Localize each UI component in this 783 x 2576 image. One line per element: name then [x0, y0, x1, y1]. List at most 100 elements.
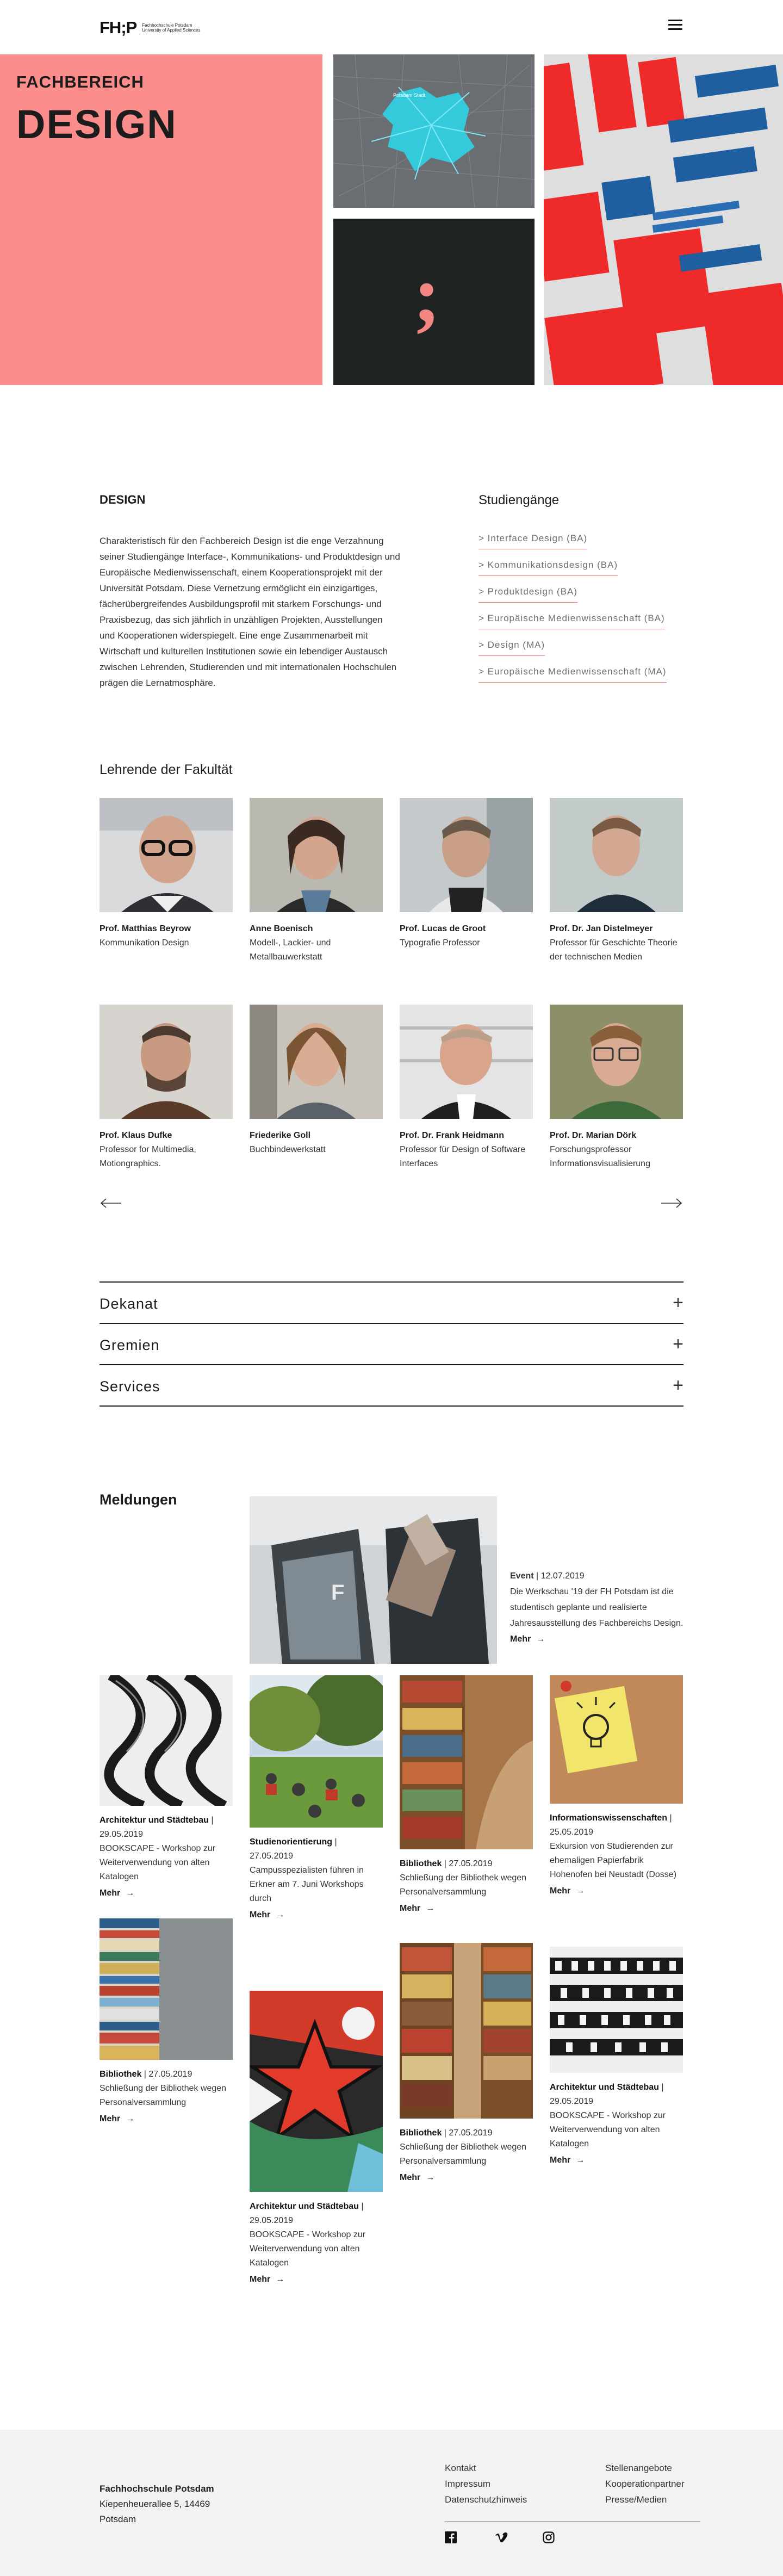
arrow-right-icon: → [276, 1910, 285, 1919]
news-text: Campusspezialisten führen in Erkner am 7… [250, 1866, 364, 1903]
more-link[interactable]: Mehr → [100, 1888, 134, 1898]
accordion-services[interactable]: Services + [100, 1364, 683, 1407]
more-label: Mehr [550, 2156, 571, 2165]
carousel-next-arrow-icon[interactable] [660, 1198, 683, 1209]
footer-street: Kiepenheuerallee 5, 14469 [100, 2499, 210, 2509]
section-heading-lehrende: Lehrende der Fakultät [100, 762, 233, 777]
more-link[interactable]: Mehr → [250, 2275, 284, 2284]
person-card[interactable]: Friederike Goll Buchbindewerkstatt [250, 1005, 383, 1157]
news-category: Architektur und Städtebau [100, 1816, 209, 1825]
news-card[interactable]: Bibliothek | 27.05.2019 Schließung der Bi… [400, 1675, 533, 1914]
person-role: Forschungsprofessor Informationsvisualis… [550, 1145, 650, 1168]
instagram-icon[interactable] [543, 2531, 555, 2543]
person-card[interactable]: Anne Boenisch Modell-, Lackier- und Meta… [250, 798, 383, 964]
footer-link-kontakt[interactable]: Kontakt [445, 2463, 476, 2474]
person-photo [550, 1005, 683, 1119]
news-card[interactable]: Bibliothek | 27.05.2019 Schließung der Bi… [400, 1943, 533, 2183]
facebook-icon[interactable] [445, 2531, 457, 2543]
site-header: FH;P Fachhochschule Potsdam University o… [0, 0, 783, 54]
arrow-right-icon: → [426, 2173, 435, 2182]
person-card[interactable]: Prof. Dr. Marian Dörk Forschungsprofesso… [550, 1005, 683, 1171]
person-role: Modell-, Lackier- und Metallbauwerkstatt [250, 938, 331, 962]
more-label: Mehr [400, 2173, 421, 2182]
news-category: Bibliothek [400, 1859, 442, 1868]
news-category: Bibliothek [100, 2070, 142, 2079]
vimeo-icon[interactable] [495, 2532, 508, 2543]
more-link[interactable]: Mehr → [400, 1904, 434, 1914]
more-link[interactable]: Mehr → [400, 2173, 434, 2183]
footer-link-datenschutz[interactable]: Datenschutzhinweis [445, 2494, 527, 2505]
more-link[interactable]: Mehr → [550, 1886, 585, 1896]
logo-subtitle: Fachhochschule Potsdam University of App… [142, 23, 201, 33]
map-label: Potsdam Stadt [393, 92, 426, 98]
arrow-right-icon: → [576, 1886, 585, 1896]
news-card[interactable]: Informationswissenschaften | 25.05.2019 E… [550, 1675, 683, 1896]
arrow-right-icon: → [576, 2156, 585, 2165]
footer-link-kooperationpartner[interactable]: Kooperationpartner [605, 2479, 685, 2490]
studiengang-link[interactable]: > Europäische Medienwissenschaft (MA) [478, 666, 667, 683]
person-name: Anne Boenisch [250, 924, 313, 933]
svg-text:F: F [331, 1581, 344, 1605]
studiengang-link[interactable]: > Europäische Medienwissenschaft (BA) [478, 613, 665, 629]
footer-org-name: Fachhochschule Potsdam [100, 2484, 214, 2494]
news-image [250, 1991, 383, 2192]
news-date: 27.05.2019 [250, 1852, 294, 1861]
news-card[interactable]: Studienorientierung | 27.05.2019 Campussp… [250, 1675, 383, 1920]
more-link[interactable]: Mehr → [550, 2156, 585, 2165]
section-heading-studiengaenge: Studiengänge [478, 493, 560, 507]
accordion-label: Dekanat [100, 1296, 158, 1312]
news-card[interactable]: Bibliothek | 27.05.2019 Schließung der Bi… [100, 1918, 233, 2124]
accordion-dekanat[interactable]: Dekanat + [100, 1281, 683, 1323]
person-name: Friederike Goll [250, 1131, 311, 1140]
news-date: 27.05.2019 [449, 1859, 493, 1868]
person-card[interactable]: Prof. Dr. Frank Heidmann Professor für D… [400, 1005, 533, 1171]
news-image [250, 1675, 383, 1828]
studiengang-link[interactable]: > Produktdesign (BA) [478, 586, 578, 603]
news-category: Architektur und Städtebau [250, 2202, 359, 2211]
section-heading-meldungen: Meldungen [100, 1491, 177, 1508]
person-card[interactable]: Prof. Dr. Jan Distelmeyer Professor für … [550, 798, 683, 964]
footer-link-presse[interactable]: Presse/Medien [605, 2494, 667, 2505]
studiengang-link[interactable]: > Design (MA) [478, 640, 545, 656]
studiengang-link[interactable]: > Kommunikationsdesign (BA) [478, 560, 618, 576]
footer-link-impressum[interactable]: Impressum [445, 2479, 490, 2490]
accordion-gremien[interactable]: Gremien + [100, 1323, 683, 1364]
fhp-logo[interactable]: FH;P Fachhochschule Potsdam University o… [100, 17, 207, 39]
person-card[interactable]: Prof. Lucas de Groot Typografie Professo… [400, 798, 533, 950]
news-text: Schließung der Bibliothek wegen Personal… [400, 1873, 527, 1897]
menu-icon[interactable] [668, 20, 682, 32]
news-image [400, 1675, 533, 1849]
news-card[interactable]: Architektur und Städtebau | 29.05.2019 BO… [550, 1947, 683, 2165]
news-category: Informationswissenschaften [550, 1813, 668, 1823]
featured-news-image[interactable]: F [250, 1496, 497, 1664]
more-link[interactable]: Mehr → [510, 1634, 545, 1644]
studiengang-link[interactable]: > Interface Design (BA) [478, 533, 588, 549]
news-card[interactable]: Architektur und Städtebau | 29.05.2019 BO… [250, 1991, 383, 2284]
news-category: Event [510, 1571, 534, 1581]
person-photo [100, 1005, 233, 1119]
news-text: Die Werkschau '19 der FH Potsdam ist die… [510, 1587, 683, 1628]
more-link[interactable]: Mehr → [250, 1910, 284, 1920]
more-label: Mehr [250, 2275, 271, 2284]
news-text: Exkursion von Studierenden zur ehemalige… [550, 1842, 677, 1879]
news-card[interactable]: Architektur und Städtebau | 29.05.2019 BO… [100, 1675, 233, 1898]
accordion-label: Services [100, 1378, 160, 1395]
person-card[interactable]: Prof. Klaus Dufke Professor for Multimed… [100, 1005, 233, 1171]
featured-news-teaser: Event | 12.07.2019 Die Werkschau '19 der… [510, 1568, 689, 1644]
news-text: Schließung der Bibliothek wegen Personal… [400, 2142, 527, 2166]
accordion-label: Gremien [100, 1337, 160, 1353]
person-role: Typografie Professor [400, 938, 480, 948]
news-date: 29.05.2019 [100, 1830, 144, 1839]
footer-link-stellenangebote[interactable]: Stellenangebote [605, 2463, 672, 2474]
hero-kicker: FACHBEREICH [16, 72, 144, 91]
news-image [550, 1947, 683, 2073]
person-role: Kommunikation Design [100, 938, 189, 948]
hero-poster-image [544, 54, 783, 385]
more-label: Mehr [100, 2114, 121, 2123]
carousel-prev-arrow-icon[interactable] [100, 1198, 122, 1209]
person-card[interactable]: Prof. Matthias Beyrow Kommunikation Desi… [100, 798, 233, 950]
person-name: Prof. Klaus Dufke [100, 1131, 172, 1140]
more-link[interactable]: Mehr → [100, 2114, 134, 2124]
person-role: Professor für Design of Software Interfa… [400, 1145, 526, 1168]
hero-title: DESIGN [16, 102, 177, 147]
